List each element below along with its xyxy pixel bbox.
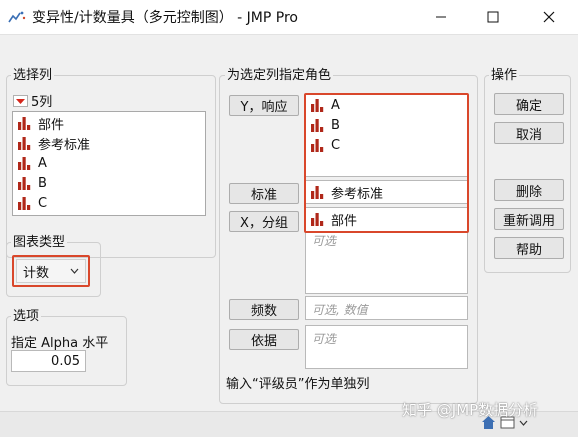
column-name: B [38, 175, 47, 191]
by-placeholder: 可选 [312, 332, 337, 346]
nominal-column-icon [18, 177, 31, 190]
title-bar: 变异性/计数量具（多元控制图） - JMP Pro [0, 0, 578, 34]
freq-field[interactable]: 可选, 数值 [305, 296, 468, 320]
dialog-client-area: 选择列 5列 部件 参考标准 A B C 图表类型 计数 选项 指定 Alpha… [0, 34, 578, 437]
alpha-label: 指定 Alpha 水平 [11, 336, 109, 351]
chart-type-value: 计数 [23, 265, 50, 281]
nominal-column-icon [18, 157, 31, 170]
select-columns-title: 选择列 [11, 68, 55, 84]
list-item[interactable]: B [17, 173, 47, 193]
close-icon [543, 11, 555, 23]
maximize-button[interactable] [470, 0, 516, 34]
remove-button[interactable]: 删除 [494, 179, 564, 201]
jmp-app-icon [8, 11, 26, 23]
help-button[interactable]: 帮助 [494, 237, 564, 259]
recall-button[interactable]: 重新调用 [494, 208, 564, 230]
list-item[interactable]: 部件 [17, 113, 64, 133]
options-title: 选项 [11, 309, 42, 325]
ok-button[interactable]: 确定 [494, 93, 564, 115]
window-title: 变异性/计数量具（多元控制图） - JMP Pro [32, 10, 298, 26]
alpha-value: 0.05 [51, 353, 80, 369]
minimize-icon [436, 16, 446, 18]
watermark-text: 知乎 @JMP数据分析 [402, 401, 539, 419]
list-item[interactable]: 参考标准 [17, 133, 90, 153]
nominal-column-icon [18, 197, 31, 210]
close-button[interactable] [526, 0, 572, 34]
cancel-button[interactable]: 取消 [494, 122, 564, 144]
column-count-toggle[interactable]: 5列 [13, 91, 52, 110]
y-response-button[interactable]: Y，响应 [229, 95, 299, 116]
x-grouping-button[interactable]: X，分组 [229, 211, 299, 232]
red-triangle-menu-icon [13, 94, 28, 107]
role-assignment-title: 为选定列指定角色 [225, 68, 334, 84]
actions-title: 操作 [489, 68, 520, 84]
freq-button[interactable]: 频数 [229, 299, 299, 320]
column-count-label: 5列 [31, 95, 53, 110]
alpha-input[interactable]: 0.05 [11, 350, 86, 372]
chart-type-select[interactable]: 计数 [16, 259, 86, 283]
maximize-icon [487, 11, 499, 23]
assigned-roles-highlight [304, 93, 469, 233]
column-list[interactable]: 部件 参考标准 A B C [12, 111, 206, 216]
x-grouping-placeholder: 可选 [312, 234, 337, 248]
freq-placeholder: 可选, 数值 [312, 303, 368, 317]
nominal-column-icon [18, 137, 31, 150]
column-name: 部件 [38, 117, 65, 133]
column-name: C [38, 195, 48, 211]
rater-note: 输入“评级员”作为单独列 [226, 377, 370, 392]
column-name: A [38, 155, 47, 171]
list-item[interactable]: A [17, 153, 47, 173]
chart-type-title: 图表类型 [11, 235, 68, 251]
by-button[interactable]: 依据 [229, 329, 299, 350]
standard-button[interactable]: 标准 [229, 183, 299, 204]
column-name: 参考标准 [38, 137, 91, 153]
chevron-down-icon[interactable] [519, 420, 528, 426]
nominal-column-icon [18, 117, 31, 130]
minimize-button[interactable] [418, 0, 464, 34]
by-field[interactable]: 可选 [305, 325, 468, 369]
list-item[interactable]: C [17, 193, 47, 213]
chevron-down-icon [70, 268, 79, 274]
